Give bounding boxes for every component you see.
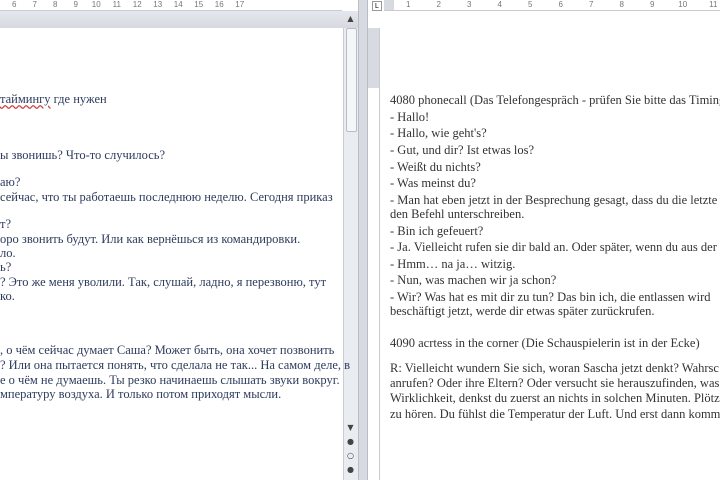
doc-line: - Hallo, wie geht's? [390, 126, 487, 140]
doc-line: R: Vielleicht wundern Sie sich, woran Sa… [390, 361, 719, 375]
ruler-tick: 7 [32, 0, 37, 9]
doc-line: - Hallo! [390, 110, 430, 124]
window-splitter[interactable] [358, 0, 368, 480]
tab-selector[interactable]: L [372, 1, 382, 11]
doc-line: , о чём сейчас думает Саша? Может быть, … [0, 343, 335, 357]
doc-line: т? [0, 217, 12, 231]
misspelled-word[interactable]: таймингу [0, 92, 51, 106]
doc-line: zu hören. Du fühlst die Temperatur der L… [390, 407, 720, 421]
doc-line: оро звонить будут. Или как вернёшься из … [0, 232, 301, 246]
right-top-margin [368, 11, 720, 28]
doc-line: 4090 acrtess in the corner (Die Schauspi… [390, 336, 700, 350]
doc-line: мпературу воздуха. И только потом приход… [0, 387, 282, 401]
ruler-tick: 3 [467, 0, 472, 9]
ruler-tick: 16 [214, 0, 224, 9]
doc-line: - Hmm… na ja… witzig. [390, 257, 516, 271]
doc-line: anrufen? Oder ihre Eltern? Oder versucht… [390, 376, 720, 390]
ruler-tick: 11 [112, 0, 121, 9]
ruler-tick: 2 [436, 0, 441, 9]
doc-line: - Was meinst du? [390, 176, 476, 190]
ruler-tick: 8 [619, 0, 624, 9]
doc-line: е о чём не думаешь. Ты резко начинаешь с… [0, 373, 340, 387]
scroll-up-icon[interactable]: ▲ [344, 14, 357, 23]
ruler-tick: 11 [709, 0, 718, 9]
doc-line: - Gut, und dir? Ist etwas los? [390, 143, 535, 157]
right-horizontal-ruler[interactable]: 1 2 3 4 5 6 7 8 9 10 11 [384, 0, 720, 11]
next-page-icon[interactable]: ● [344, 465, 357, 474]
select-browse-object-icon[interactable]: ○ [344, 451, 357, 460]
ruler-tick: 7 [589, 0, 594, 9]
ruler-tick: 10 [678, 0, 688, 9]
ruler-tick: 15 [194, 0, 204, 9]
ruler-tick: 14 [173, 0, 183, 9]
doc-line: - Ja. Vielleicht rufen sie dir bald an. … [390, 240, 717, 254]
ruler-tick: 1 [406, 0, 411, 9]
doc-line: Wirklichkeit, denkst du zuerst an nichts… [390, 391, 720, 405]
ruler-tick: 9 [650, 0, 655, 9]
doc-line: 4080 phonecall (Das Telefongespräch - pr… [390, 93, 720, 107]
ruler-tick: 12 [132, 0, 142, 9]
doc-line: beschäftigt jetzt, werde dir etwas späte… [390, 304, 655, 318]
ruler-tick: 5 [528, 0, 533, 9]
scroll-thumb[interactable] [346, 28, 357, 132]
ruler-tick: 13 [153, 0, 163, 9]
doc-line: ко. [0, 289, 15, 303]
ruler-margin-area [368, 28, 379, 88]
doc-line: аю? [0, 175, 21, 189]
doc-line: ? Или она пытается понять, что сделала н… [0, 358, 351, 372]
left-horizontal-ruler[interactable]: 6 7 8 9 10 11 12 13 14 15 16 17 [0, 0, 342, 11]
left-ruler-band [0, 11, 358, 28]
doc-line: - Nun, was machen wir ja schon? [390, 273, 557, 287]
doc-line: - Bin ich gefeuert? [390, 224, 484, 238]
right-vertical-ruler[interactable] [368, 28, 380, 480]
doc-line: ы звонишь? Что-то случилось? [0, 148, 166, 162]
ruler-tick: 4 [497, 0, 502, 9]
ruler-tick: 6 [558, 0, 563, 9]
ruler-tick: 10 [91, 0, 101, 9]
previous-page-icon[interactable]: ● [344, 437, 357, 446]
doc-line: - Weißt du nichts? [390, 160, 481, 174]
doc-line: ? Это же меня уволили. Так, слушай, ладн… [0, 275, 327, 289]
ruler-tick: 17 [235, 0, 245, 9]
doc-line: den Befehl unterschreiben. [390, 207, 525, 221]
left-vertical-scrollbar[interactable] [343, 28, 358, 480]
doc-line: ло. [0, 246, 16, 260]
doc-line: - Wir? Was hat es mit dir zu tun? Das bi… [390, 290, 711, 304]
ruler-tick: 6 [12, 0, 17, 9]
doc-line: - Man hat eben jetzt in der Besprechung … [390, 193, 720, 207]
scroll-down-icon[interactable]: ▼ [344, 423, 357, 432]
doc-line: ь? [0, 260, 12, 274]
ruler-tick: 9 [73, 0, 78, 9]
doc-line: сейчас, что ты работаешь последнюю недел… [0, 190, 333, 204]
doc-line: таймингу где нужен [0, 92, 107, 106]
ruler-tick: 8 [53, 0, 58, 9]
